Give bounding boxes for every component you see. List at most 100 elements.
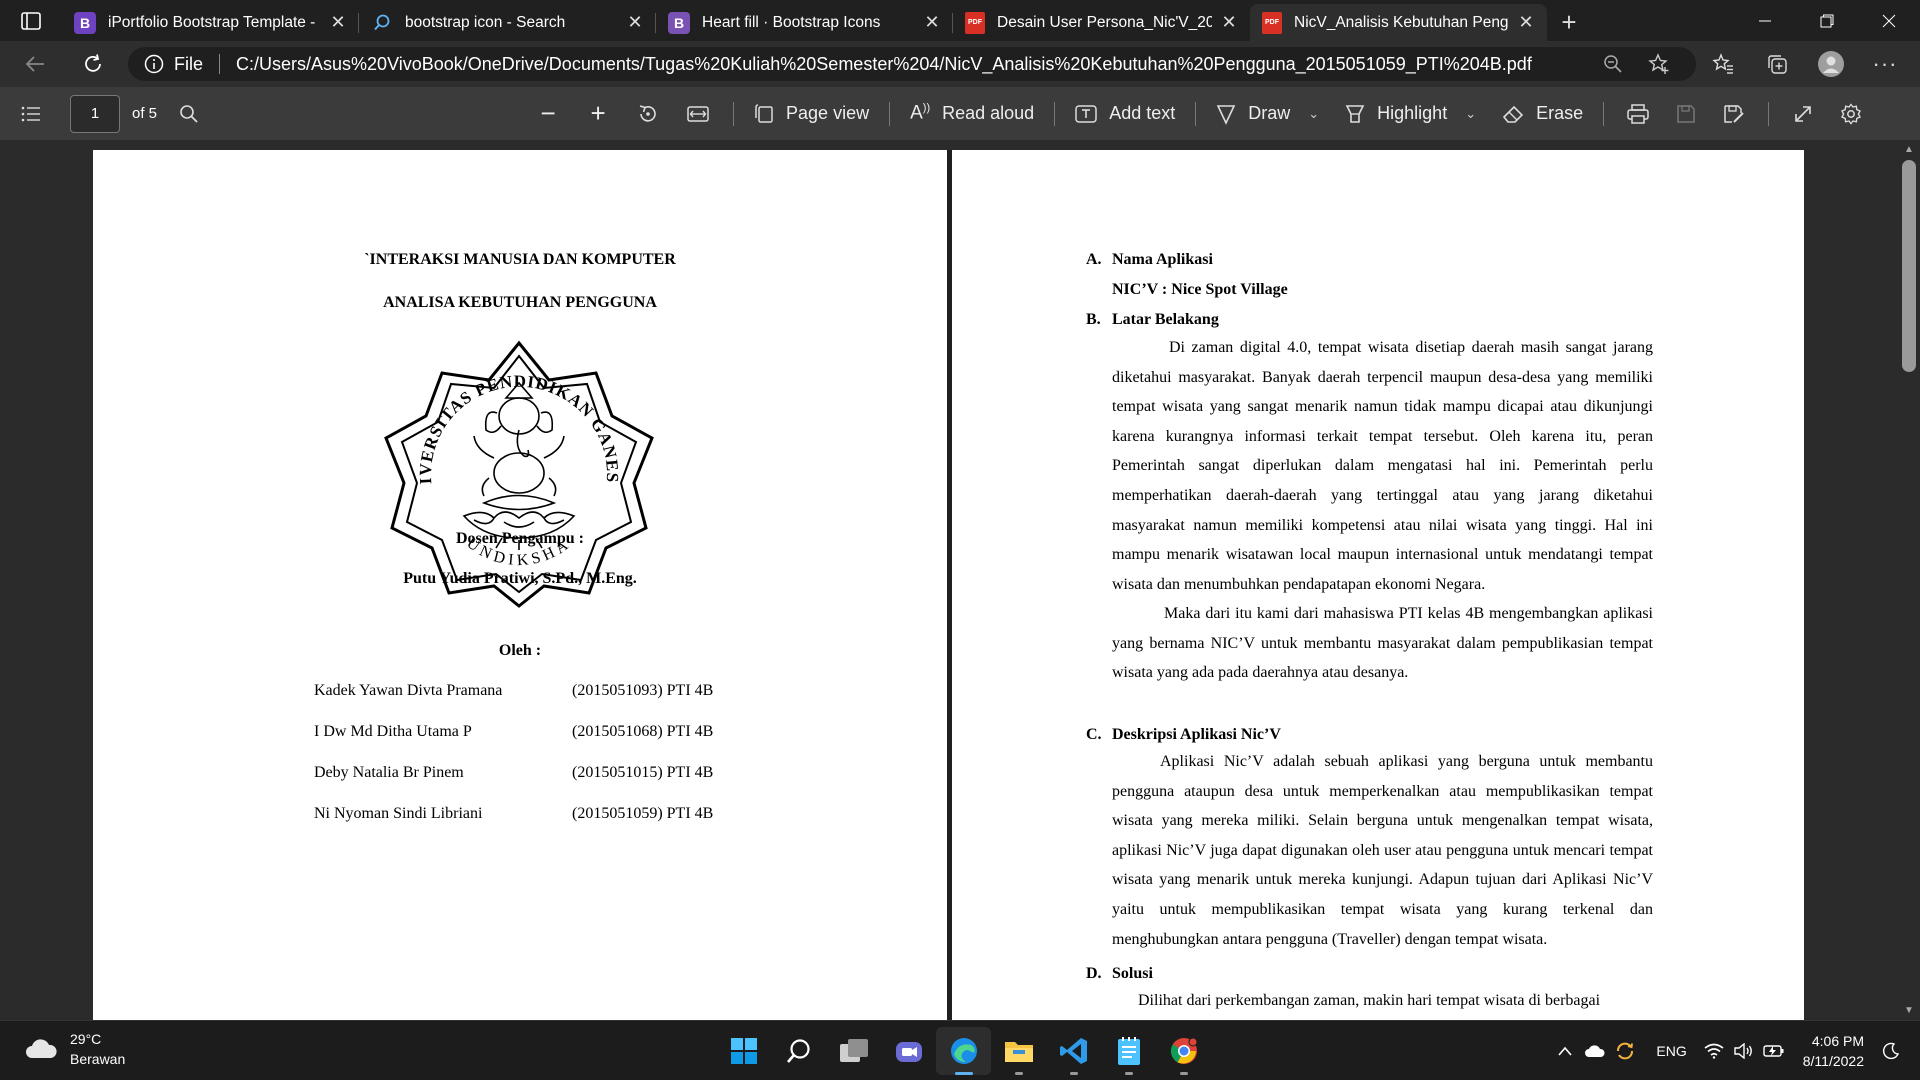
find-button[interactable]	[165, 94, 213, 134]
clock[interactable]: 4:06 PM 8/11/2022	[1803, 1031, 1864, 1071]
full-screen-button[interactable]	[1779, 94, 1827, 134]
page-total-label: of 5	[132, 105, 158, 122]
zoom-out-icon	[1604, 55, 1622, 73]
tab-bootstrap-search[interactable]: bootstrap icon - Search ✕	[359, 4, 656, 41]
folder-icon	[1004, 1042, 1033, 1062]
pdf-settings-button[interactable]	[1827, 94, 1875, 134]
read-aloud-icon: A))	[910, 102, 931, 124]
add-favorite-button[interactable]	[1636, 53, 1682, 75]
toolbar-separator	[889, 101, 891, 126]
print-button[interactable]	[1614, 94, 1662, 134]
toolbar-separator	[733, 101, 735, 126]
chevron-down-icon[interactable]: ⌄	[1308, 106, 1319, 122]
start-button[interactable]	[716, 1027, 771, 1075]
task-view-button[interactable]	[826, 1027, 881, 1075]
active-indicator	[954, 1072, 973, 1075]
minimize-button[interactable]	[1734, 0, 1796, 41]
erase-label: Erase	[1536, 103, 1584, 123]
search-button[interactable]	[771, 1027, 826, 1075]
toolbar-separator	[1768, 101, 1770, 126]
vscode-button[interactable]	[1046, 1027, 1101, 1075]
notepad-button[interactable]	[1101, 1027, 1156, 1075]
member-id: (2015051015) PTI 4B	[572, 764, 714, 781]
language-indicator[interactable]: ENG	[1656, 1043, 1686, 1059]
favorites-button[interactable]	[1696, 44, 1750, 84]
page-view-button[interactable]: Page view	[744, 94, 879, 134]
erase-button[interactable]: Erase	[1482, 94, 1593, 134]
read-aloud-button[interactable]: A)) Read aloud	[900, 94, 1044, 134]
tab-nicv-analisis[interactable]: PDF NicV_Analisis Kebutuhan Penggu ✕	[1250, 4, 1547, 41]
tab-iportfolio[interactable]: B iPortfolio Bootstrap Template - I ✕	[62, 4, 359, 41]
chevron-down-icon[interactable]: ⌄	[1465, 106, 1476, 122]
moon-icon	[1882, 1042, 1900, 1060]
highlight-button[interactable]: Highlight ⌄	[1325, 94, 1482, 134]
fit-to-width-button[interactable]	[673, 94, 723, 134]
scroll-thumb[interactable]	[1902, 160, 1916, 372]
system-tray: ENG 4:06 PM 8/11/2022	[1550, 1021, 1920, 1080]
tab-title: bootstrap icon - Search	[405, 13, 566, 31]
collections-button[interactable]	[1750, 44, 1804, 84]
show-hidden-icons-button[interactable]	[1550, 1046, 1580, 1056]
member-row: Ni Nyoman Sindi Libriani (2015051059) PTI…	[314, 805, 814, 823]
vscode-icon	[1059, 1038, 1087, 1064]
tab-actions-button[interactable]	[0, 0, 62, 41]
draw-button[interactable]: Draw ⌄	[1206, 94, 1325, 134]
file-explorer-button[interactable]	[991, 1027, 1046, 1075]
new-tab-button[interactable]: +	[1547, 4, 1591, 41]
close-tab-icon[interactable]: ✕	[921, 12, 943, 33]
battery-button[interactable]	[1759, 1043, 1789, 1059]
tab-title: iPortfolio Bootstrap Template - I	[108, 13, 321, 31]
tab-heart-fill[interactable]: B Heart fill · Bootstrap Icons ✕	[656, 4, 953, 41]
vertical-scrollbar[interactable]: ▲ ▼	[1898, 140, 1920, 1020]
close-icon	[1882, 14, 1896, 27]
zoom-out-button[interactable]: −	[523, 94, 573, 134]
chrome-button[interactable]	[1156, 1027, 1211, 1075]
zoom-button[interactable]	[1590, 54, 1636, 74]
member-id: (2015051093) PTI 4B	[572, 682, 714, 699]
tab-actions-icon	[21, 11, 41, 30]
close-tab-icon[interactable]: ✕	[327, 12, 349, 33]
university-logo: UNIVERSITAS PENDIDIKAN GANESHA UNDIKSHA	[384, 338, 654, 608]
page-view-icon	[755, 103, 773, 123]
teams-chat-button[interactable]	[881, 1027, 936, 1075]
restore-button[interactable]	[1796, 0, 1858, 41]
search-icon	[180, 104, 198, 123]
window-controls	[1734, 0, 1920, 41]
add-text-button[interactable]: Add text	[1065, 94, 1185, 134]
plus-icon: +	[1561, 7, 1577, 37]
close-tab-icon[interactable]: ✕	[1218, 12, 1240, 33]
save-button[interactable]	[1662, 94, 1710, 134]
close-tab-icon[interactable]: ✕	[1515, 12, 1537, 33]
minimize-icon	[1759, 20, 1771, 21]
pdf-page-2: A. Nama Aplikasi NIC’V : Nice Spot Villag…	[952, 150, 1804, 1020]
pdf-favicon-icon: PDF	[1262, 11, 1282, 34]
save-as-icon	[1724, 104, 1744, 123]
star-add-icon	[1648, 53, 1669, 74]
notifications-button[interactable]	[1876, 1042, 1906, 1060]
url-text[interactable]: C:/Users/Asus%20VivoBook/OneDrive/Docume…	[236, 54, 1590, 75]
member-id: (2015051068) PTI 4B	[572, 723, 714, 740]
tab-desain-user-persona[interactable]: PDF Desain User Persona_Nic'V_2015 ✕	[953, 4, 1250, 41]
settings-more-button[interactable]: ···	[1858, 44, 1912, 84]
address-bar[interactable]: File C:/Users/Asus%20VivoBook/OneDrive/D…	[128, 47, 1696, 81]
page-number-input[interactable]: 1	[70, 94, 120, 133]
close-window-button[interactable]	[1858, 0, 1920, 41]
table-of-contents-button[interactable]	[4, 94, 58, 134]
rotate-button[interactable]	[623, 94, 673, 134]
pdf-viewer[interactable]: `INTERAKSI MANUSIA DAN KOMPUTER ANALISA …	[0, 140, 1920, 1020]
close-tab-icon[interactable]: ✕	[624, 12, 646, 33]
volume-button[interactable]	[1729, 1043, 1759, 1059]
weather-widget[interactable]: 29°C Berawan	[24, 1029, 125, 1069]
scroll-up-icon[interactable]: ▲	[1902, 144, 1916, 155]
profile-button[interactable]	[1804, 44, 1858, 84]
wifi-button[interactable]	[1699, 1043, 1729, 1059]
time: 4:06 PM	[1811, 1033, 1864, 1049]
back-button[interactable]	[12, 44, 58, 84]
zoom-in-button[interactable]: +	[573, 94, 623, 134]
scroll-down-icon[interactable]: ▼	[1902, 1005, 1916, 1016]
sync-button[interactable]	[1610, 1040, 1640, 1062]
onedrive-button[interactable]	[1580, 1044, 1610, 1058]
edge-taskbar-button[interactable]	[936, 1027, 991, 1075]
save-as-button[interactable]	[1710, 94, 1758, 134]
refresh-button[interactable]	[70, 44, 116, 84]
